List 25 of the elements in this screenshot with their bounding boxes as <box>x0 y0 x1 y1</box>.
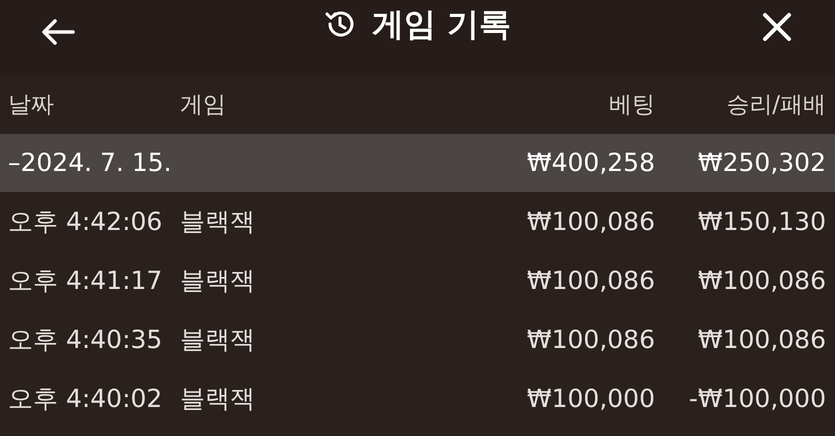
result-cell-text: ₩100,086 <box>696 324 827 356</box>
result-cell-text: ₩100,086 <box>696 264 827 297</box>
time-cell-text: 오후 4:41:17 <box>7 264 164 297</box>
bet-cell-text: ₩100,000 <box>526 382 656 415</box>
window-title: 게임 기록 <box>372 4 512 45</box>
game-cell-text: 블랙잭 <box>179 382 256 415</box>
date-label: –2024. 7. 15. <box>7 147 173 180</box>
column-header: 게임 <box>179 90 227 120</box>
bet-cell-text: ₩100,086 <box>526 206 656 238</box>
time-cell-text: 오후 4:40:02 <box>7 382 164 415</box>
result-cell-text: ₩150,130 <box>696 206 827 238</box>
game-cell-text: 블랙잭 <box>179 206 256 238</box>
column-header: 베팅 <box>608 90 656 120</box>
bet-cell-text: ₩100,086 <box>526 324 656 356</box>
bet-cell-text: ₩100,086 <box>526 264 656 297</box>
column-header: 날짜 <box>7 90 55 120</box>
bet-total: ₩400,258 <box>526 147 656 180</box>
time-cell-text: 오후 4:40:35 <box>7 324 164 356</box>
game-cell-text: 블랙잭 <box>179 324 256 356</box>
game-cell-text: 블랙잭 <box>179 264 256 297</box>
column-header: 승리/패배 <box>725 90 827 120</box>
result-cell-text: -₩100,000 <box>688 382 827 415</box>
result-total: ₩250,302 <box>696 147 827 180</box>
time-cell-text: 오후 4:42:06 <box>7 206 164 238</box>
date-group-row[interactable]: –2024. 7. 15. ₩400,258 ₩250,302 <box>0 134 835 192</box>
